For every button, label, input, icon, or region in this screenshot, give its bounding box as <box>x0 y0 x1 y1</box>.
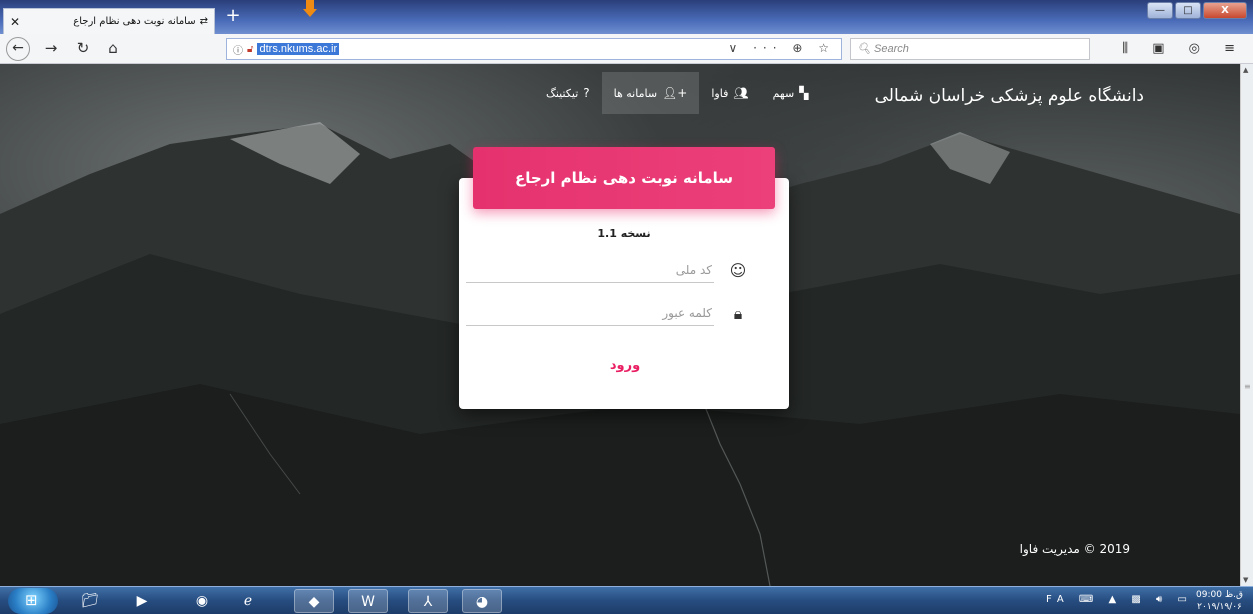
version-label: نسخه 1.1 <box>597 227 651 240</box>
face-icon: ☺ <box>729 261 747 280</box>
system-clock[interactable]: 09:00 ق.ظ ۲۰۱۹/۱۹/۰۶ <box>1196 589 1243 613</box>
chrome-icon[interactable]: ◉ <box>182 589 222 613</box>
nav-item-label: فاوا <box>711 86 729 100</box>
taskbar: 📁︎ ▶ ◉ ℯ ◆ W ⅄ ◕ FA ⌨ ▲ ▩ 🔊︎ ▭ 09:00 ق.ظ… <box>0 586 1253 614</box>
keyboard-icon[interactable]: ⌨ <box>1079 594 1099 605</box>
insecure-lock-icon[interactable]: 🔓︎ <box>247 44 253 55</box>
word-icon[interactable]: W <box>348 589 388 613</box>
toolbar-icons[interactable]: ⫼ ▣ ◎ ≡ <box>1122 41 1245 56</box>
media-player-icon[interactable]: ▶ <box>122 589 162 613</box>
search-placeholder: Search <box>874 43 909 55</box>
network-icon[interactable]: ▩ <box>1131 594 1146 605</box>
clock-time: 09:00 ق.ظ <box>1196 590 1243 600</box>
anydesk-icon[interactable]: ◆ <box>294 589 334 613</box>
url-bar[interactable]: ⓘ 🔓︎ dtrs.nkums.ac.ir ∨ ··· ⊕ ☆ <box>226 38 842 60</box>
window-controls: — □ X <box>1147 2 1247 19</box>
new-tab-button[interactable]: + <box>222 5 244 27</box>
url-text[interactable]: dtrs.nkums.ac.ir <box>257 43 340 55</box>
browser-nav-bar: ← → ↻ ⌂ ⓘ 🔓︎ dtrs.nkums.ac.ir ∨ ··· ⊕ ☆ … <box>0 34 1253 64</box>
nav-item-label: سامانه ها <box>613 86 658 100</box>
national-code-field: ☺ <box>466 257 748 283</box>
question-icon: ? <box>583 86 590 100</box>
site-title: دانشگاه علوم پزشکی خراسان شمالی <box>874 86 1144 106</box>
annotation-arrow-icon <box>303 0 317 17</box>
tab-close-icon[interactable]: ✕ <box>10 15 20 29</box>
site-nav: ▚ سهم 👥︎ فاوا +👤︎ سامانه ها ? تیکتینگ <box>534 72 820 114</box>
password-input[interactable] <box>466 300 714 326</box>
browser-tab[interactable]: ⇄ سامانه نوبت دهی نظام ارجاع ✕ <box>3 8 215 34</box>
forward-arrow-icon[interactable]: → <box>40 39 62 57</box>
maximize-button[interactable]: □ <box>1175 2 1201 19</box>
nav-item-label: تیکتینگ <box>546 86 579 100</box>
tab-favicon-icon: ⇄ <box>199 16 208 27</box>
info-icon[interactable]: ⓘ <box>233 42 243 57</box>
footer-copyright: 2019 © مدیریت فاوا <box>1019 542 1130 556</box>
users-icon: 👥︎ <box>733 86 749 100</box>
url-actions-icons[interactable]: ∨ ··· ⊕ ☆ <box>729 41 835 55</box>
minimize-button[interactable]: — <box>1147 2 1173 19</box>
national-code-input[interactable] <box>466 257 714 283</box>
screen: ⇄ سامانه نوبت دهی نظام ارجاع ✕ + — □ X ←… <box>0 0 1253 614</box>
browser-search-input[interactable]: 🔍︎ Search <box>850 38 1090 60</box>
nav-item-systems[interactable]: +👤︎ سامانه ها <box>601 72 700 114</box>
system-tray[interactable]: FA ⌨ ▲ ▩ 🔊︎ ▭ <box>1046 594 1193 605</box>
start-button[interactable] <box>8 588 58 614</box>
lock-icon: 🔒︎ <box>733 304 743 323</box>
volume-icon[interactable]: 🔊︎ <box>1156 594 1168 605</box>
page-content: دانشگاه علوم پزشکی خراسان شمالی ▚ سهم 👥︎… <box>0 64 1240 586</box>
page-scrollbar[interactable]: ≡ <box>1240 64 1253 586</box>
nav-item-ticketing[interactable]: ? تیکتینگ <box>534 72 602 114</box>
password-field: 🔒︎ <box>466 300 748 326</box>
scroll-grip-icon[interactable]: ≡ <box>1244 382 1251 391</box>
close-window-button[interactable]: X <box>1203 2 1247 19</box>
nav-item-label: سهم <box>772 86 795 100</box>
login-button[interactable]: ورود <box>590 353 660 377</box>
firefox-icon[interactable]: ◕ <box>462 589 502 613</box>
tray-expand-icon[interactable]: ▲ <box>1109 594 1123 605</box>
language-indicator[interactable]: FA <box>1046 594 1070 605</box>
action-center-icon[interactable]: ▭ <box>1178 594 1193 605</box>
explorer-icon[interactable]: 📁︎ <box>70 589 110 613</box>
user-plus-icon: +👤︎ <box>662 86 688 100</box>
tab-title: سامانه نوبت دهی نظام ارجاع <box>73 16 196 27</box>
browser-tab-bar: ⇄ سامانه نوبت دهی نظام ارجاع ✕ + — □ X <box>0 0 1253 34</box>
home-icon[interactable]: ⌂ <box>102 39 124 57</box>
clock-date: ۲۰۱۹/۱۹/۰۶ <box>1197 602 1242 612</box>
dashboard-icon: ▚ <box>799 86 809 100</box>
nav-item-fava[interactable]: 👥︎ فاوا <box>699 72 760 114</box>
nav-item-sahm[interactable]: ▚ سهم <box>761 72 821 114</box>
login-card-header: سامانه نوبت دهی نظام ارجاع <box>473 147 775 209</box>
acrobat-icon[interactable]: ⅄ <box>408 589 448 613</box>
reload-icon[interactable]: ↻ <box>72 39 94 57</box>
search-icon: 🔍︎ <box>857 43 875 55</box>
back-arrow-icon[interactable]: ← <box>6 37 30 61</box>
internet-explorer-icon[interactable]: ℯ <box>228 589 268 613</box>
